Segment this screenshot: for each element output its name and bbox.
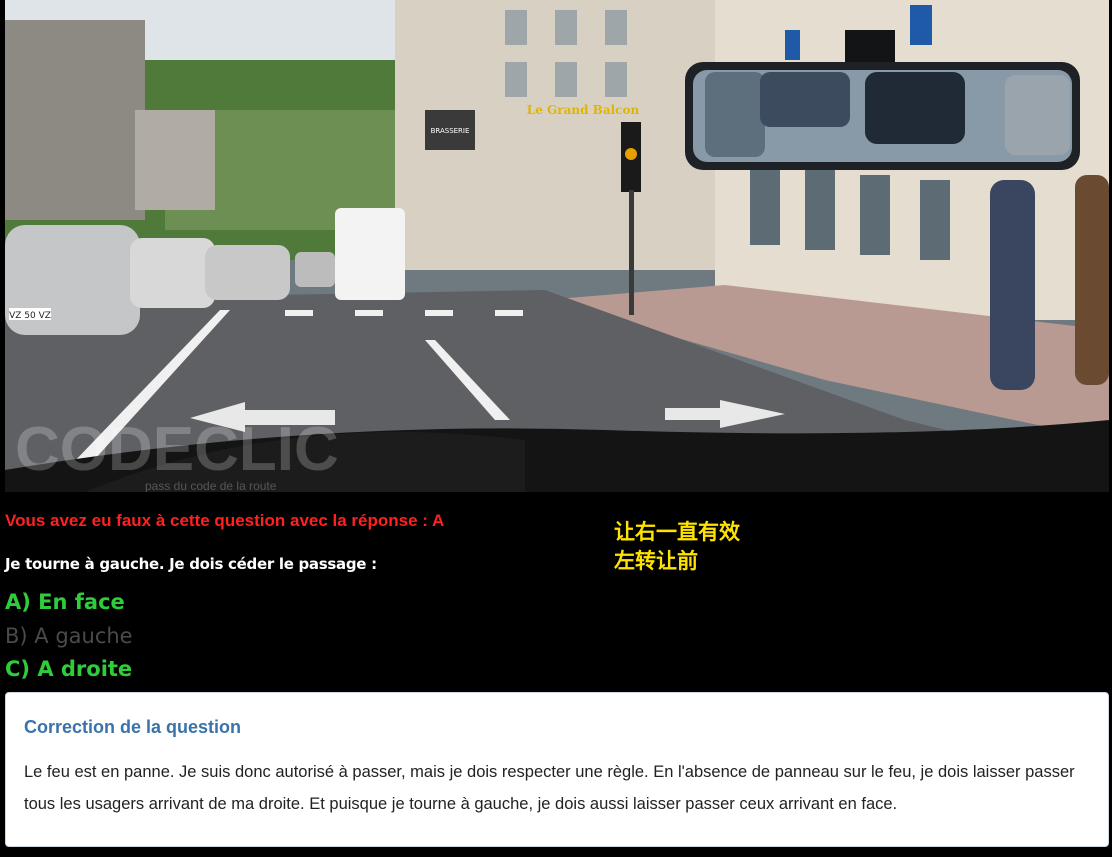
correction-panel: Correction de la question Le feu est en … bbox=[5, 692, 1109, 847]
question-photo: BRASSERIE Le Grand Balcon VZ 50 VZ CODEC… bbox=[5, 0, 1109, 492]
correction-body: Le feu est en panne. Je suis donc autori… bbox=[24, 763, 1075, 813]
annotation-line-2: 左转让前 bbox=[614, 549, 698, 573]
codeclic-watermark-tagline: pass du code de la route bbox=[145, 479, 277, 492]
answer-b[interactable]: B) A gauche bbox=[5, 622, 133, 656]
correction-title: Correction de la question bbox=[24, 717, 242, 737]
answer-c[interactable]: C) A droite bbox=[5, 655, 133, 689]
annotation-line-1: 让右一直有效 bbox=[614, 520, 740, 544]
white-van bbox=[335, 208, 405, 300]
user-annotation: 让右一直有效 左转让前 bbox=[614, 518, 740, 576]
answer-a[interactable]: A) En face bbox=[5, 588, 133, 622]
license-plate: VZ 50 VZ bbox=[9, 311, 51, 321]
grand-balcon-sign-text: Le Grand Balcon bbox=[527, 103, 640, 117]
wrong-answer-feedback: Vous avez eu faux à cette question avec … bbox=[5, 511, 445, 530]
question-text: Je tourne à gauche. Je dois céder le pas… bbox=[5, 555, 377, 573]
pedestrian bbox=[990, 180, 1035, 390]
codeclic-watermark: CODECLIC bbox=[15, 415, 339, 484]
brasserie-sign-text: BRASSERIE bbox=[431, 127, 470, 135]
answer-list: A) En face B) A gauche C) A droite bbox=[5, 588, 133, 689]
